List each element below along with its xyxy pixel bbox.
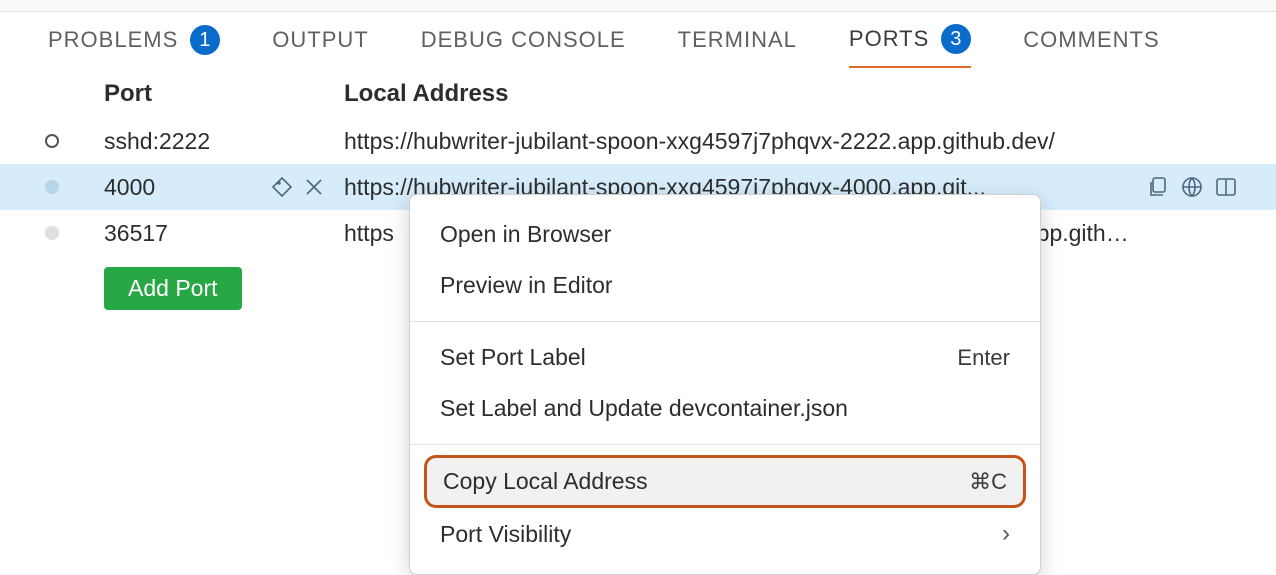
tab-output[interactable]: OUTPUT — [272, 27, 368, 65]
tab-label: TERMINAL — [678, 27, 797, 53]
header-local-address: Local Address — [344, 80, 1276, 108]
menu-label: Port Visibility — [440, 521, 571, 548]
menu-open-in-browser[interactable]: Open in Browser — [410, 209, 1040, 260]
local-address: https://hubwriter-jubilant-spoon-xxg4597… — [344, 128, 1146, 155]
port-label: 4000 — [104, 174, 155, 201]
tab-ports[interactable]: PORTS 3 — [849, 24, 971, 68]
context-menu: Open in Browser Preview in Editor Set Po… — [409, 194, 1041, 575]
menu-set-port-label[interactable]: Set Port Label Enter — [410, 332, 1040, 383]
menu-separator — [410, 444, 1040, 445]
port-label: sshd:2222 — [104, 128, 210, 155]
panel-top-border — [0, 0, 1276, 12]
tab-debug-console[interactable]: DEBUG CONSOLE — [421, 27, 626, 65]
chevron-right-icon: › — [1002, 520, 1010, 548]
menu-shortcut: ⌘C — [969, 469, 1007, 495]
menu-label: Set Port Label — [440, 344, 586, 371]
tab-comments[interactable]: COMMENTS — [1023, 27, 1159, 65]
menu-separator — [410, 321, 1040, 322]
tab-terminal[interactable]: TERMINAL — [678, 27, 797, 65]
table-row[interactable]: sshd:2222 https://hubwriter-jubilant-spo… — [0, 118, 1276, 164]
port-label: 36517 — [104, 220, 168, 247]
problems-badge: 1 — [190, 25, 220, 55]
menu-port-visibility[interactable]: Port Visibility › — [410, 508, 1040, 560]
port-status-indicator — [0, 226, 104, 240]
ports-badge: 3 — [941, 24, 971, 54]
tab-problems[interactable]: PROBLEMS 1 — [48, 25, 220, 67]
split-icon[interactable] — [1214, 175, 1238, 199]
port-status-indicator — [0, 134, 104, 148]
menu-preview-in-editor[interactable]: Preview in Editor — [410, 260, 1040, 311]
tab-label: PROBLEMS — [48, 27, 178, 53]
menu-label: Open in Browser — [440, 221, 611, 248]
globe-icon[interactable] — [1180, 175, 1204, 199]
ports-table-header: Port Local Address — [0, 66, 1276, 118]
add-port-button[interactable]: Add Port — [104, 267, 242, 310]
close-icon[interactable] — [302, 175, 326, 199]
tab-label: PORTS — [849, 26, 929, 52]
menu-shortcut: Enter — [957, 345, 1010, 371]
port-status-indicator — [0, 180, 104, 194]
tab-label: DEBUG CONSOLE — [421, 27, 626, 53]
menu-set-label-update-devcontainer[interactable]: Set Label and Update devcontainer.json — [410, 383, 1040, 434]
menu-label: Set Label and Update devcontainer.json — [440, 395, 848, 422]
panel-tab-bar: PROBLEMS 1 OUTPUT DEBUG CONSOLE TERMINAL… — [0, 12, 1276, 66]
tag-icon[interactable] — [270, 175, 294, 199]
copy-icon[interactable] — [1146, 175, 1170, 199]
tab-label: COMMENTS — [1023, 27, 1159, 53]
header-port: Port — [104, 80, 344, 108]
menu-copy-local-address[interactable]: Copy Local Address ⌘C — [424, 455, 1026, 508]
menu-label: Preview in Editor — [440, 272, 613, 299]
menu-label: Copy Local Address — [443, 468, 648, 495]
tab-label: OUTPUT — [272, 27, 368, 53]
